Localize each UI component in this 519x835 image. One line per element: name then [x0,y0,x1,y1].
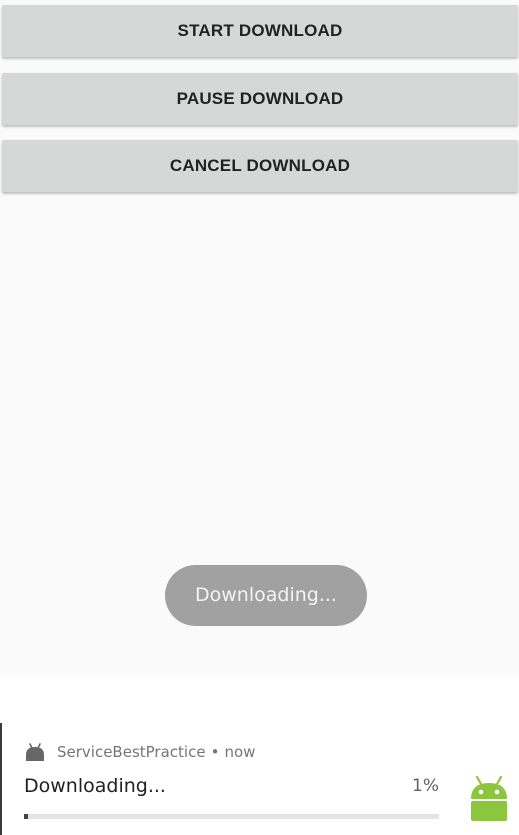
download-progress-bar [24,814,439,819]
app-content: START DOWNLOAD PAUSE DOWNLOAD CANCEL DOW… [0,0,519,675]
notification-progress-text: 1% [412,776,439,796]
notification-title: Downloading... [24,775,166,797]
notification-app-name: ServiceBestPractice [57,743,206,761]
toast-text: Downloading... [195,584,337,606]
start-download-button[interactable]: START DOWNLOAD [2,5,518,57]
notification-edge [0,723,2,835]
notification-time: now [224,743,256,761]
cancel-download-button[interactable]: CANCEL DOWNLOAD [2,140,518,192]
download-progress-fill [24,814,29,819]
android-head-icon [26,743,44,761]
notification-separator: • [210,743,220,761]
android-robot-icon [471,775,507,821]
download-notification[interactable]: ServiceBestPractice • now Downloading...… [0,675,519,835]
notification-header: ServiceBestPractice • now [24,741,255,763]
downloading-toast: Downloading... [165,565,367,626]
pause-download-button[interactable]: PAUSE DOWNLOAD [2,73,518,125]
